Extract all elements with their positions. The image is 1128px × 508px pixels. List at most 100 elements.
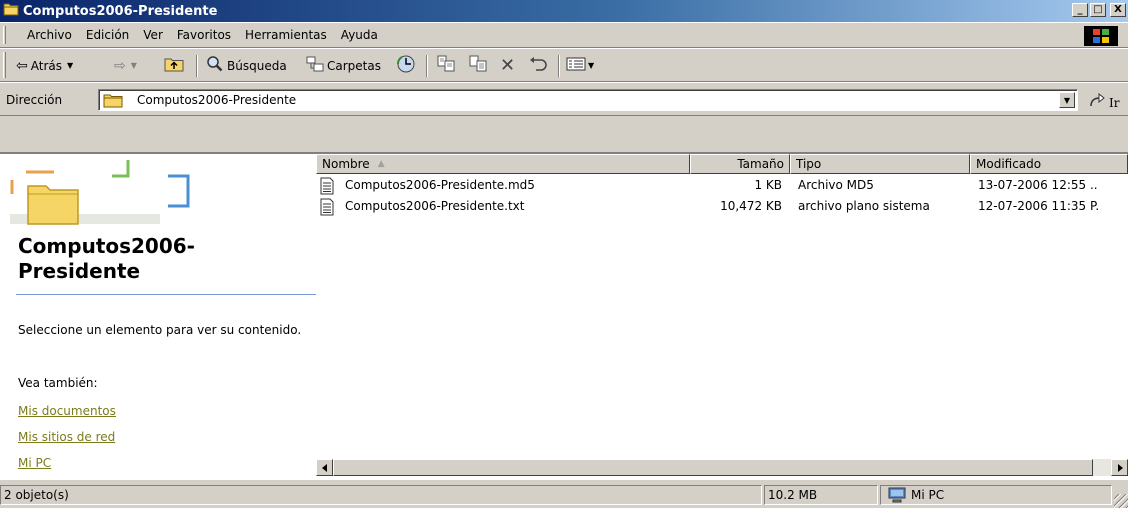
views-button[interactable]: ▼ <box>566 49 594 82</box>
link-mi-pc[interactable]: Mi PC <box>18 456 51 470</box>
arrow-right-icon <box>1117 463 1123 472</box>
column-type-label: Tipo <box>796 157 822 171</box>
copy-to-button[interactable] <box>468 49 488 82</box>
forward-button[interactable]: ⇨ ▼ <box>114 49 137 82</box>
computer-icon <box>887 487 907 503</box>
views-dropdown-icon[interactable]: ▼ <box>588 61 594 70</box>
maximize-button[interactable]: □ <box>1090 3 1106 17</box>
column-name-label: Nombre <box>322 157 370 171</box>
folder-graphic-icon <box>8 154 228 234</box>
link-mis-sitios-de-red[interactable]: Mis sitios de red <box>18 430 115 444</box>
title-divider <box>16 294 316 295</box>
undo-button[interactable] <box>528 49 548 82</box>
go-button[interactable]: Ir <box>1088 92 1119 112</box>
standard-toolbar: ⇦ Atrás ▼ ⇨ ▼ Búsqueda Carpetas ✕ ▼ <box>0 48 1128 82</box>
column-modified-label: Modificado <box>976 157 1042 171</box>
views-icon <box>566 56 586 75</box>
windows-logo-icon <box>1084 26 1118 46</box>
main-content: Computos2006-Presidente Seleccione un el… <box>0 152 1128 480</box>
file-row[interactable]: Computos2006-Presidente.md5 1 KB Archivo… <box>316 176 1128 196</box>
menu-grip[interactable] <box>3 26 6 44</box>
search-label: Búsqueda <box>227 58 287 73</box>
file-name: Computos2006-Presidente.md5 <box>345 178 535 192</box>
address-dropdown-icon[interactable]: ▼ <box>1059 92 1075 108</box>
menu-herramientas[interactable]: Herramientas <box>238 28 334 42</box>
menu-edicion[interactable]: Edición <box>79 28 136 42</box>
arrow-left-icon <box>321 463 327 472</box>
folder-icon <box>3 2 19 20</box>
folder-description: Seleccione un elemento para ver su conte… <box>18 323 302 337</box>
status-bar: 2 objeto(s) 10.2 MB Mi PC <box>0 482 1128 508</box>
up-folder-icon <box>164 56 184 75</box>
go-arrow-icon <box>1088 92 1106 112</box>
folders-label: Carpetas <box>327 58 381 73</box>
column-size-label: Tamaño <box>737 157 784 171</box>
task-pane: Computos2006-Presidente Seleccione un el… <box>0 154 316 480</box>
menu-ver[interactable]: Ver <box>136 28 170 42</box>
folders-button[interactable]: Carpetas <box>306 49 381 82</box>
search-icon <box>206 55 224 76</box>
column-header-name[interactable]: Nombre ▲ <box>316 154 690 174</box>
column-header-type[interactable]: Tipo <box>790 154 970 174</box>
address-label: Dirección <box>6 93 63 107</box>
scroll-left-button[interactable] <box>316 459 333 476</box>
address-value: Computos2006-Presidente <box>137 93 297 107</box>
menu-bar: Archivo Edición Ver Favoritos Herramient… <box>0 22 1128 48</box>
toolbar-separator <box>558 55 560 77</box>
status-object-count: 2 objeto(s) <box>0 485 762 505</box>
scrollbar-thumb[interactable] <box>333 459 1093 476</box>
toolbar-grip[interactable] <box>3 52 6 78</box>
minimize-button[interactable]: _ <box>1072 3 1088 17</box>
file-type: Archivo MD5 <box>798 178 874 192</box>
status-count-text: 2 objeto(s) <box>4 488 69 502</box>
copy-to-icon <box>468 55 488 76</box>
file-size: 10,472 KB <box>720 199 782 213</box>
status-location: Mi PC <box>880 485 1112 505</box>
text-file-icon <box>320 177 334 198</box>
resize-grip[interactable] <box>1114 494 1128 508</box>
close-button[interactable]: X <box>1110 3 1126 17</box>
menu-ayuda[interactable]: Ayuda <box>334 28 385 42</box>
file-row[interactable]: Computos2006-Presidente.txt 10,472 KB ar… <box>316 197 1128 217</box>
back-dropdown-icon[interactable]: ▼ <box>67 61 73 70</box>
file-size: 1 KB <box>754 178 782 192</box>
back-button[interactable]: ⇦ Atrás ▼ <box>16 49 73 82</box>
back-label: Atrás <box>30 58 62 73</box>
status-size: 10.2 MB <box>764 485 878 505</box>
delete-button[interactable]: ✕ <box>500 49 515 82</box>
file-name: Computos2006-Presidente.txt <box>345 199 525 213</box>
forward-dropdown-icon[interactable]: ▼ <box>131 61 137 70</box>
sort-ascending-icon: ▲ <box>377 159 385 169</box>
toolbar-separator <box>196 55 198 77</box>
text-file-icon <box>320 198 334 219</box>
folder-title: Computos2006-Presidente <box>18 234 195 283</box>
column-header-size[interactable]: Tamaño <box>690 154 790 174</box>
folder-icon <box>103 92 123 111</box>
forward-arrow-icon: ⇨ <box>114 57 126 74</box>
file-modified: 12-07-2006 11:35 P. <box>978 199 1100 213</box>
file-type: archivo plano sistema <box>798 199 930 213</box>
menu-archivo[interactable]: Archivo <box>20 28 79 42</box>
move-to-button[interactable] <box>436 49 456 82</box>
file-modified: 13-07-2006 12:55 .. <box>978 178 1098 192</box>
history-icon <box>396 54 416 77</box>
window-title: Computos2006-Presidente <box>23 3 218 19</box>
history-button[interactable] <box>396 49 416 82</box>
toolbar-separator <box>426 55 428 77</box>
address-input[interactable]: Computos2006-Presidente ▼ <box>98 89 1078 111</box>
folders-icon <box>306 56 324 75</box>
menu-favoritos[interactable]: Favoritos <box>170 28 238 42</box>
title-bar[interactable]: Computos2006-Presidente _ □ X <box>0 0 1128 22</box>
delete-icon: ✕ <box>500 54 516 76</box>
back-arrow-icon: ⇦ <box>16 57 28 74</box>
file-list: Nombre ▲ Tamaño Tipo Modificado Computos… <box>316 154 1128 480</box>
column-header-modified[interactable]: Modificado <box>970 154 1128 174</box>
status-location-text: Mi PC <box>911 488 945 502</box>
status-size-text: 10.2 MB <box>768 488 818 502</box>
move-to-icon <box>436 55 456 76</box>
search-button[interactable]: Búsqueda <box>206 49 287 82</box>
up-folder-button[interactable] <box>164 49 184 82</box>
scroll-right-button[interactable] <box>1111 459 1128 476</box>
horizontal-scrollbar[interactable] <box>316 459 1128 476</box>
link-mis-documentos[interactable]: Mis documentos <box>18 404 116 418</box>
